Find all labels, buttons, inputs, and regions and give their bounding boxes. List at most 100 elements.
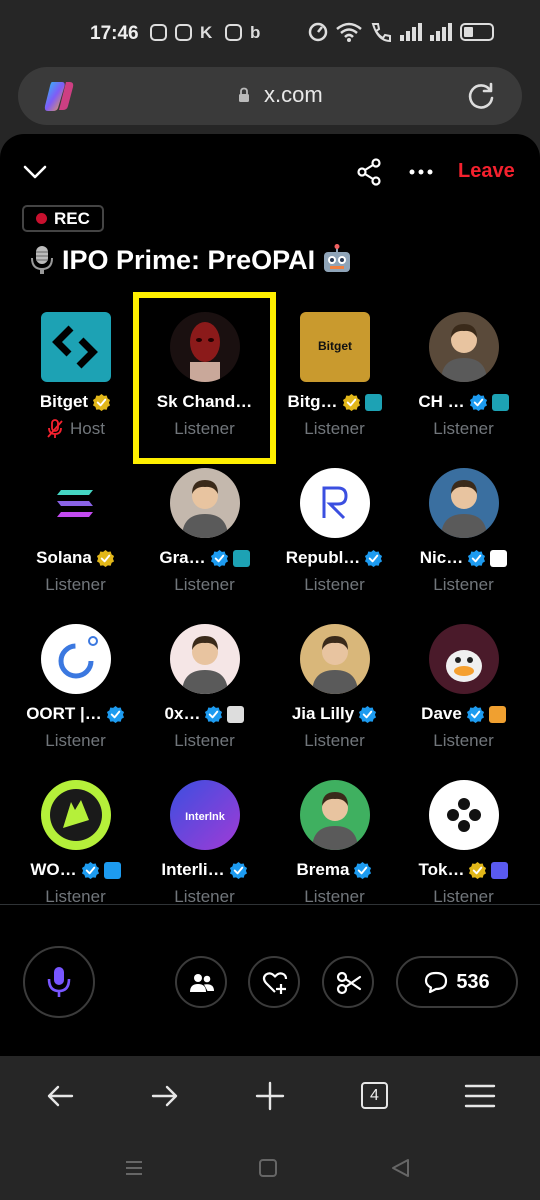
instagram-icon: [175, 24, 192, 41]
verified-badge-icon: [365, 549, 383, 567]
participant-role-row: Listener: [140, 731, 269, 751]
back-nav-icon[interactable]: [390, 1158, 410, 1178]
verified-badge-icon: [354, 861, 372, 879]
participant[interactable]: OORT |… Listener: [11, 624, 140, 751]
avatar[interactable]: [169, 624, 240, 694]
robot-emoji-icon: [324, 244, 351, 272]
avatar[interactable]: [40, 780, 111, 850]
home-nav-icon[interactable]: [258, 1158, 278, 1178]
share-icon[interactable]: [356, 158, 382, 186]
affiliation-icon: [491, 393, 509, 411]
avatar[interactable]: [299, 780, 370, 850]
forward-arrow-icon[interactable]: [149, 1080, 181, 1112]
participant[interactable]: Brema Listener: [270, 780, 399, 907]
participant-role: Listener: [304, 419, 365, 438]
participant[interactable]: Nic… Listener: [399, 468, 528, 595]
participant-name-row: WO…: [11, 860, 140, 880]
participant-role: Listener: [174, 575, 235, 594]
system-navigation: [0, 1136, 540, 1200]
selection-highlight: [133, 292, 276, 464]
space-panel: Leave REC IPO Prime: PreOPAI Bitget Host S…: [0, 134, 540, 1056]
comment-count: 536: [456, 970, 490, 993]
avatar[interactable]: [428, 312, 499, 382]
people-button[interactable]: [175, 956, 227, 1008]
avatar[interactable]: Interlnk: [169, 780, 240, 850]
menu-icon[interactable]: [464, 1080, 496, 1112]
mic-button[interactable]: [23, 946, 95, 1018]
participant-role-row: Listener: [399, 419, 528, 439]
participant[interactable]: Bitget Bitg… Listener: [270, 312, 399, 439]
participant[interactable]: Bitget Host: [11, 312, 140, 439]
verified-badge-icon: [210, 549, 228, 567]
avatar[interactable]: [299, 468, 370, 538]
address-bar[interactable]: x.com: [18, 67, 522, 125]
chevron-down-icon[interactable]: [22, 160, 48, 184]
verified-badge-icon: [468, 549, 486, 567]
copilot-icon[interactable]: [42, 80, 76, 112]
space-title-text: IPO Prime: PreOPAI: [62, 244, 316, 275]
leave-button[interactable]: Leave: [458, 160, 515, 183]
participant-name-row: Bitget: [11, 392, 140, 412]
affiliation-icon: [490, 549, 508, 567]
participant-name: 0x…: [164, 704, 201, 723]
signal-icon: [400, 23, 422, 41]
participant-name: Republ…: [285, 548, 361, 567]
participant[interactable]: Gra… Listener: [140, 468, 269, 595]
avatar[interactable]: [428, 624, 499, 694]
new-tab-icon[interactable]: [254, 1080, 286, 1112]
verified-badge-icon: [469, 393, 487, 411]
participant-name-row: Solana: [11, 548, 140, 568]
participant-role-row: Listener: [399, 575, 528, 595]
recents-nav-icon[interactable]: [124, 1158, 144, 1178]
lock-icon: [239, 87, 249, 102]
app-k-icon: K: [200, 23, 213, 42]
avatar[interactable]: Bitget: [299, 312, 370, 382]
avatar[interactable]: [428, 468, 499, 538]
status-bar: 17:46 K b: [0, 0, 540, 66]
participant-role-row: Host: [11, 419, 140, 439]
participant[interactable]: Solana Listener: [11, 468, 140, 595]
participant-name: Bitg…: [287, 392, 338, 411]
avatar[interactable]: [40, 624, 111, 694]
clip-button[interactable]: [322, 956, 374, 1008]
verified-badge-icon: [205, 705, 223, 723]
participant-role-row: Listener: [399, 731, 528, 751]
participant-name: Tok…: [418, 860, 465, 879]
wifi-icon: [336, 22, 362, 42]
more-icon[interactable]: [407, 158, 435, 186]
verified-badge-icon: [93, 393, 111, 411]
avatar[interactable]: [40, 312, 111, 382]
signal-icon: [430, 23, 452, 41]
back-arrow-icon[interactable]: [44, 1080, 76, 1112]
participant[interactable]: Jia Lilly Listener: [270, 624, 399, 751]
affiliation-icon: [232, 549, 250, 567]
svg-text:Bitget: Bitget: [318, 339, 352, 353]
participant[interactable]: Dave Listener: [399, 624, 528, 751]
reload-icon[interactable]: [466, 81, 496, 111]
react-button[interactable]: [248, 956, 300, 1008]
verified-badge-icon: [359, 705, 377, 723]
avatar[interactable]: [299, 624, 370, 694]
participant[interactable]: Republ… Listener: [270, 468, 399, 595]
scissors-icon: [336, 971, 362, 995]
participant[interactable]: 0x… Listener: [140, 624, 269, 751]
participant[interactable]: WO… Listener: [11, 780, 140, 907]
tabs-button[interactable]: 4: [361, 1082, 388, 1109]
participant-name-row: Jia Lilly: [270, 704, 399, 724]
participant-role-row: Listener: [270, 419, 399, 439]
comments-button[interactable]: 536: [396, 956, 518, 1008]
avatar[interactable]: [428, 780, 499, 850]
microphone-emoji-icon: [31, 246, 53, 274]
volte-call-icon: [371, 23, 391, 42]
participant-role: Listener: [45, 731, 106, 750]
avatar[interactable]: [169, 468, 240, 538]
people-icon: [190, 974, 214, 992]
participant[interactable]: Interlnk Interli… Listener: [140, 780, 269, 907]
url-domain[interactable]: x.com: [264, 82, 323, 108]
participant-name-row: OORT |…: [11, 704, 140, 724]
participant-name-row: Dave: [399, 704, 528, 724]
avatar[interactable]: [40, 468, 111, 538]
participant[interactable]: Tok… Listener: [399, 780, 528, 907]
participant[interactable]: CH … Listener: [399, 312, 528, 439]
participant-name: Brema: [296, 860, 350, 879]
